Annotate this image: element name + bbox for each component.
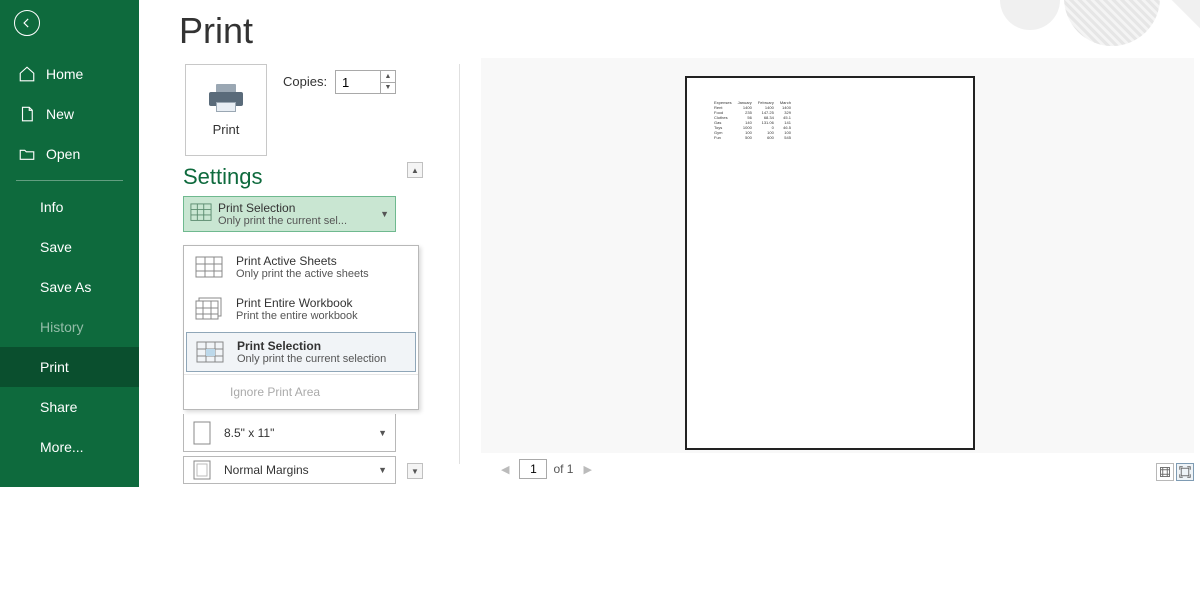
option-print-entire-workbook[interactable]: Print Entire Workbook Print the entire w…	[184, 288, 418, 330]
grid-icon	[190, 203, 212, 225]
sidebar-item-save-as[interactable]: Save As	[0, 267, 139, 307]
print-what-dropdown[interactable]: Print Selection Only print the current s…	[183, 196, 396, 232]
page-navigator: ◀ of 1 ▶	[497, 459, 596, 479]
page-number-input[interactable]	[519, 459, 547, 479]
dropdown-subtitle: Only print the current sel...	[218, 215, 347, 228]
printer-icon	[209, 84, 243, 112]
workbook-icon	[194, 297, 224, 321]
page-title: Print	[179, 10, 253, 52]
sidebar-item-print[interactable]: Print	[0, 347, 139, 387]
option-print-selection[interactable]: Print Selection Only print the current s…	[186, 332, 416, 372]
print-panel: Print Print Copies: ▲ ▼ Settings ▲ ▼	[139, 0, 1200, 487]
settings-heading: Settings	[183, 164, 263, 190]
sidebar-item-open[interactable]: Open	[0, 134, 139, 174]
selection-icon	[195, 340, 225, 364]
settings-scroll-up[interactable]: ▲	[407, 162, 423, 178]
file-icon	[18, 105, 36, 123]
sidebar-item-share[interactable]: Share	[0, 387, 139, 427]
settings-scroll-down[interactable]: ▼	[407, 463, 423, 479]
next-page-button[interactable]: ▶	[579, 463, 595, 476]
sidebar-item-more[interactable]: More...	[0, 427, 139, 467]
sidebar-item-info[interactable]: Info	[0, 187, 139, 227]
paper-size-dropdown[interactable]: Letter 8.5" x 11" ▼	[183, 414, 396, 452]
option-print-active-sheets[interactable]: Print Active Sheets Only print the activ…	[184, 246, 418, 288]
copies-label: Copies:	[283, 74, 327, 89]
copies-stepper[interactable]: ▲ ▼	[335, 70, 396, 94]
sidebar-item-history: History	[0, 307, 139, 347]
folder-open-icon	[18, 145, 36, 163]
sidebar-item-save[interactable]: Save	[0, 227, 139, 267]
copies-input[interactable]	[336, 71, 380, 93]
preview-table: ExpensesJanuaryFebruaryMarchRent14001400…	[711, 100, 794, 140]
sidebar-label: Home	[46, 66, 83, 82]
sidebar-label: Open	[46, 146, 80, 162]
home-icon	[18, 65, 36, 83]
vertical-divider	[459, 64, 460, 464]
sidebar-label: New	[46, 106, 74, 122]
sheet-icon	[194, 255, 224, 279]
option-ignore-print-area: Ignore Print Area	[184, 374, 418, 409]
chevron-down-icon: ▼	[380, 209, 389, 219]
dropdown-title: Print Selection	[218, 201, 347, 215]
print-button-label: Print	[213, 122, 240, 137]
arrow-left-icon	[20, 16, 34, 30]
print-preview: ExpensesJanuaryFebruaryMarchRent14001400…	[481, 58, 1194, 453]
zoom-to-page-button[interactable]	[1176, 463, 1194, 481]
sidebar-separator	[16, 180, 123, 181]
margins-dropdown[interactable]: Normal Margins ▼	[183, 456, 396, 484]
prev-page-button[interactable]: ◀	[497, 463, 513, 476]
show-margins-button[interactable]	[1156, 463, 1174, 481]
print-button[interactable]: Print	[185, 64, 267, 156]
sidebar-item-new[interactable]: New	[0, 94, 139, 134]
page-icon	[192, 420, 212, 446]
backstage-sidebar: Home New Open Info Save Save As History …	[0, 0, 139, 487]
back-button[interactable]	[14, 10, 40, 36]
copies-up[interactable]: ▲	[381, 71, 395, 83]
page-total-label: of 1	[553, 462, 573, 476]
copies-down[interactable]: ▼	[381, 83, 395, 94]
margins-icon	[192, 459, 212, 481]
print-what-popup: Print Active Sheets Only print the activ…	[183, 245, 419, 410]
preview-page: ExpensesJanuaryFebruaryMarchRent14001400…	[685, 76, 975, 450]
sidebar-item-home[interactable]: Home	[0, 54, 139, 94]
chevron-down-icon: ▼	[378, 465, 387, 475]
chevron-down-icon: ▼	[378, 428, 387, 438]
